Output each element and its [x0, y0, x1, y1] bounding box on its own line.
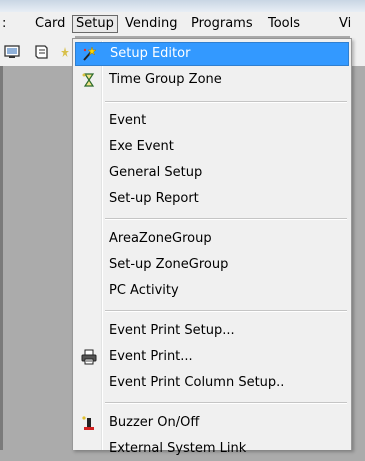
- buzzer-icon: [82, 416, 94, 430]
- menu-separator: [105, 101, 347, 103]
- hourglass-icon: [82, 73, 95, 87]
- menu-item-label: PC Activity: [109, 283, 179, 298]
- menu-item-event[interactable]: Event: [75, 109, 349, 133]
- window-title-strip: [0, 0, 365, 12]
- menu-item-label: Exe Event: [109, 139, 174, 154]
- toolbar-right-edge: [350, 36, 365, 66]
- printer-icon: [81, 349, 97, 365]
- setup-dropdown-menu: Setup Editor Time Group Zone Event Exe E…: [72, 38, 352, 456]
- menu-bar: : Card Setup Vending Programs Tools Vi: [0, 12, 365, 36]
- menu-item-external-system-link[interactable]: External System Link: [75, 437, 349, 461]
- menu-item-setup-editor[interactable]: Setup Editor: [75, 42, 349, 66]
- menu-view-truncated[interactable]: Vi: [337, 15, 353, 33]
- menu-item-label: General Setup: [109, 165, 203, 180]
- menu-item-label: Event Print Setup...: [109, 323, 235, 338]
- menu-item-label: Set-up Report: [109, 191, 199, 206]
- menu-separator: [105, 402, 347, 404]
- menu-item-label: Setup Editor: [110, 46, 191, 61]
- menu-card[interactable]: Card: [33, 15, 67, 33]
- toolbar: [0, 36, 75, 66]
- menu-programs[interactable]: Programs: [189, 15, 255, 33]
- menu-item-time-group-zone[interactable]: Time Group Zone: [75, 68, 349, 92]
- menu-item-label: Event: [109, 113, 147, 128]
- menu-item-label: Buzzer On/Off: [109, 415, 200, 430]
- menu-tools[interactable]: Tools: [266, 15, 302, 33]
- menu-item-event-print[interactable]: Event Print...: [75, 345, 349, 369]
- menu-item-label: Event Print...: [109, 349, 193, 364]
- menu-item-label: Set-up ZoneGroup: [109, 257, 229, 272]
- menu-setup[interactable]: Setup: [72, 15, 118, 33]
- wand-icon: [83, 46, 97, 61]
- menu-item-set-up-report[interactable]: Set-up Report: [75, 187, 349, 211]
- menu-item-general-setup[interactable]: General Setup: [75, 161, 349, 185]
- menu-item-buzzer-on-off[interactable]: Buzzer On/Off: [75, 411, 349, 435]
- monitor-icon[interactable]: [4, 44, 20, 60]
- menu-item-label: AreaZoneGroup: [109, 231, 212, 246]
- document-icon[interactable]: [33, 44, 49, 60]
- menu-item-label: External System Link: [109, 441, 247, 456]
- menu-item-exe-event[interactable]: Exe Event: [75, 135, 349, 159]
- menu-item-label: Event Print Column Setup..: [109, 375, 285, 390]
- menu-vending[interactable]: Vending: [123, 15, 179, 33]
- menu-item-event-print-setup[interactable]: Event Print Setup...: [75, 319, 349, 343]
- menu-item-label: Time Group Zone: [109, 72, 222, 87]
- menu-item-set-up-zone-group[interactable]: Set-up ZoneGroup: [75, 253, 349, 277]
- menu-separator: [105, 310, 347, 312]
- workspace-edge: [0, 66, 3, 450]
- menu-item-pc-activity[interactable]: PC Activity: [75, 279, 349, 303]
- star-icon: [61, 47, 69, 57]
- menu-item-truncated[interactable]: :: [0, 15, 8, 33]
- menu-item-area-zone-group[interactable]: AreaZoneGroup: [75, 227, 349, 251]
- menu-item-event-print-column-setup[interactable]: Event Print Column Setup..: [75, 371, 349, 395]
- menu-separator: [105, 218, 347, 220]
